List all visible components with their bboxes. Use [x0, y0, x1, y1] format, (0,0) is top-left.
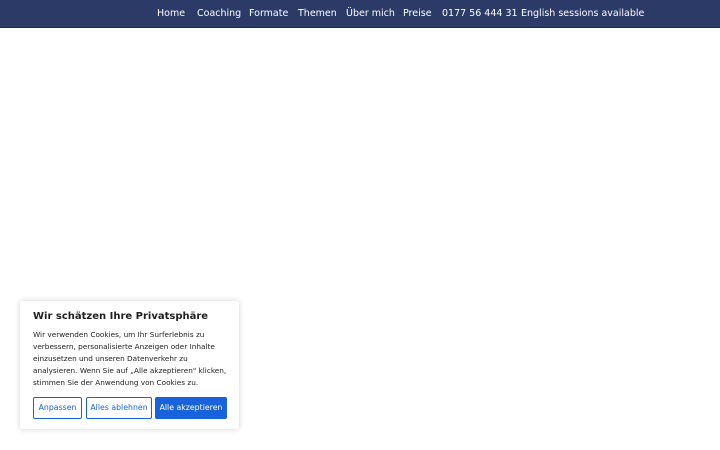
cookie-banner-text: Wir verwenden Cookies, um Ihr Surferlebn… [33, 329, 233, 389]
nav-link-ueber-mich[interactable]: Über mich [346, 8, 395, 20]
cookie-text-line: stimmen Sie der Anwendung von Cookies zu… [33, 378, 199, 387]
cookie-text-line: Wir verwenden Cookies, um Ihr Surferlebn… [33, 330, 205, 339]
nav-link-english-sessions[interactable]: English sessions available [521, 8, 644, 20]
customize-button[interactable]: Anpassen [33, 397, 82, 419]
reject-all-button[interactable]: Alles ablehnen [86, 397, 152, 419]
nav-link-coaching[interactable]: Coaching [197, 8, 241, 20]
cookie-consent-banner: Wir schätzen Ihre Privatsphäre Wir verwe… [20, 301, 239, 429]
accept-all-button[interactable]: Alle akzeptieren [155, 397, 227, 419]
nav-link-preise[interactable]: Preise [403, 8, 432, 20]
cookie-banner-title: Wir schätzen Ihre Privatsphäre [33, 311, 209, 322]
cookie-text-line: analysieren. Wenn Sie auf „Alle akzeptie… [33, 366, 227, 375]
top-navigation-bar: Home Coaching Formate Themen Über mich P… [0, 0, 720, 28]
nav-link-phone[interactable]: 0177 56 444 31 [442, 8, 518, 20]
nav-link-formate[interactable]: Formate [249, 8, 288, 20]
nav-link-themen[interactable]: Themen [298, 8, 337, 20]
nav-link-home[interactable]: Home [157, 8, 185, 20]
cookie-text-line: verbessern, personalisierte Anzeigen ode… [33, 342, 215, 351]
cookie-text-line: einzusetzen und unseren Datenverkehr zu [33, 354, 188, 363]
